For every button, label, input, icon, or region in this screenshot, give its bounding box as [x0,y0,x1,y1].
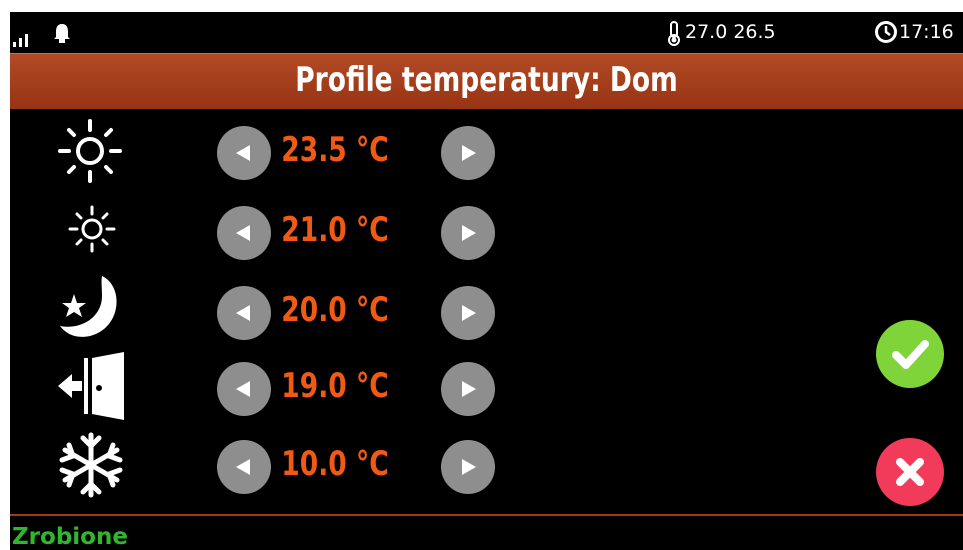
confirm-button[interactable] [876,320,944,388]
thermometer-icon [666,20,682,50]
frost-temperature-value: 10.0 °C [281,444,389,484]
night-temperature-value: 20.0 °C [281,290,389,330]
door-exit-icon [56,352,126,426]
increase-frost-button[interactable] [441,440,495,494]
temperature-readout: 27.0 26.5 [685,21,776,43]
checkmark-icon [876,320,944,392]
day-temperature-value: 23.5 °C [281,130,389,170]
increase-night-button[interactable] [441,286,495,340]
signal-icon [12,32,34,51]
sun-small-icon [68,204,116,258]
device-screen: 27.0 26.5 17:16 Profile temperatury: Dom [10,12,963,550]
increase-day-button[interactable] [441,126,495,180]
clock-time: 17:16 [899,21,954,43]
profile-row-frost: 10.0 °C [10,430,610,500]
moon-star-icon [54,272,126,346]
sun-large-icon [58,118,122,188]
status-message: Zrobione [12,524,128,550]
profile-row-comfort: 21.0 °C [10,196,610,266]
status-bar: 27.0 26.5 17:16 [10,12,963,53]
increase-away-button[interactable] [441,362,495,416]
clock-icon [874,20,898,48]
cancel-button[interactable] [876,438,944,506]
profile-row-night: 20.0 °C [10,272,610,342]
comfort-temperature-value: 21.0 °C [281,210,389,250]
bell-icon [51,22,73,48]
snowflake-icon [56,432,126,502]
page-title: Profile temperatury: Dom [295,60,678,100]
profile-row-away: 19.0 °C [10,352,610,422]
close-icon [876,438,944,510]
increase-comfort-button[interactable] [441,206,495,260]
title-bar: Profile temperatury: Dom [10,53,963,109]
profile-row-day: 23.5 °C [10,116,610,186]
away-temperature-value: 19.0 °C [281,366,389,406]
footer-status-bar: Zrobione [10,514,963,550]
